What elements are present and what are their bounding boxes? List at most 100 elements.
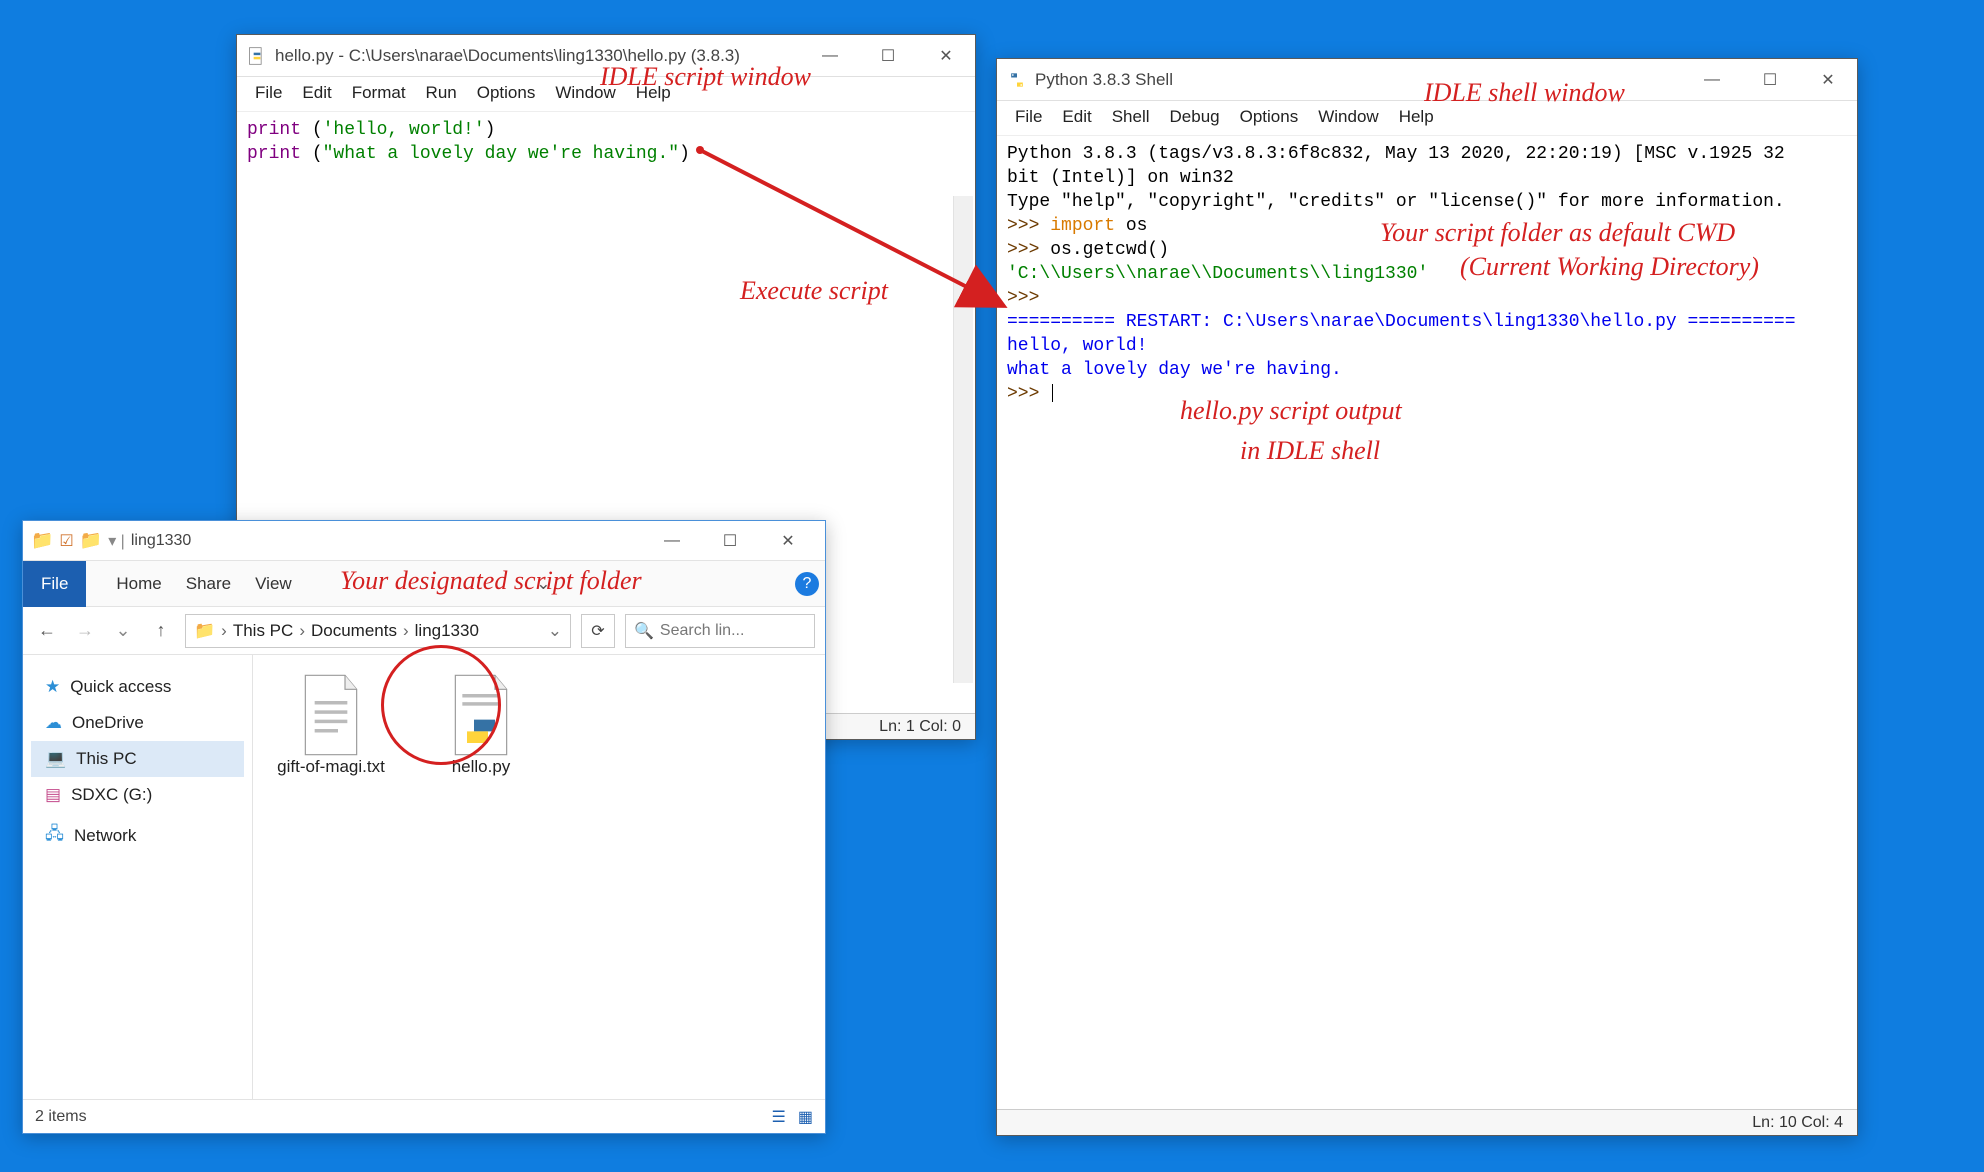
script-output: what a lovely day we're having. — [1007, 360, 1342, 380]
search-placeholder: Search lin... — [660, 622, 744, 640]
explorer-tabbar: 📁 ☑ 📁 ▾ | ling1330 — ☐ ✕ — [23, 521, 825, 561]
icons-view-icon[interactable]: ▦ — [798, 1107, 813, 1127]
close-button[interactable]: ✕ — [917, 35, 975, 77]
file-item-py[interactable]: hello.py — [421, 673, 541, 777]
code-string: "what a lovely day we're having." — [323, 144, 679, 164]
shell-banner: Python 3.8.3 (tags/v3.8.3:6f8c832, May 1… — [1007, 144, 1785, 164]
code-string: 'hello, world!' — [323, 120, 485, 140]
ribbon-home[interactable]: Home — [116, 574, 161, 594]
menu-run[interactable]: Run — [418, 81, 465, 105]
cursor-position: Ln: 10 Col: 4 — [1752, 1114, 1843, 1132]
details-view-icon[interactable]: ☰ — [772, 1107, 786, 1127]
explorer-tab-title: ling1330 — [131, 532, 192, 550]
code-fn: print — [247, 120, 301, 140]
menu-shell[interactable]: Shell — [1104, 105, 1158, 129]
menu-file[interactable]: File — [247, 81, 290, 105]
back-button[interactable]: ← — [33, 620, 61, 641]
shell-menubar: File Edit Shell Debug Options Window Hel… — [997, 101, 1857, 136]
explorer-sidebar: ★Quick access ☁OneDrive 💻This PC ▤SDXC (… — [23, 655, 253, 1099]
pc-icon: 💻 — [45, 749, 66, 769]
file-item-txt[interactable]: gift-of-magi.txt — [271, 673, 391, 777]
minimize-button[interactable]: — — [801, 35, 859, 77]
menu-format[interactable]: Format — [344, 81, 414, 105]
explorer-address-bar: ← → ⌄ ↑ 📁 › This PC › Documents › ling13… — [23, 607, 825, 655]
ribbon-view[interactable]: View — [255, 574, 292, 594]
item-count: 2 items — [35, 1108, 87, 1126]
shell-banner: Type "help", "copyright", "credits" or "… — [1007, 192, 1785, 212]
script-titlebar[interactable]: hello.py - C:\Users\narae\Documents\ling… — [237, 35, 975, 77]
menu-file[interactable]: File — [1007, 105, 1050, 129]
shell-prompt: >>> — [1007, 240, 1050, 260]
menu-help[interactable]: Help — [628, 81, 679, 105]
qa-toggle-icon[interactable]: ☑ — [59, 531, 73, 551]
menu-options[interactable]: Options — [469, 81, 544, 105]
sd-card-icon: ▤ — [45, 785, 61, 805]
recent-button[interactable]: ⌄ — [109, 620, 137, 641]
script-menubar: File Edit Format Run Options Window Help — [237, 77, 975, 112]
script-output: hello, world! — [1007, 336, 1147, 356]
forward-button[interactable]: → — [71, 620, 99, 641]
refresh-button[interactable]: ⟳ — [581, 614, 615, 648]
maximize-button[interactable]: ☐ — [701, 520, 759, 562]
python-shell-icon — [1007, 70, 1027, 90]
explorer-statusbar: 2 items ☰ ▦ — [23, 1099, 825, 1133]
sidebar-onedrive[interactable]: ☁OneDrive — [31, 705, 244, 741]
shell-prompt: >>> — [1007, 384, 1050, 404]
menu-window[interactable]: Window — [547, 81, 623, 105]
shell-prompt: >>> — [1007, 216, 1050, 236]
menu-help[interactable]: Help — [1391, 105, 1442, 129]
file-explorer-window: 📁 ☑ 📁 ▾ | ling1330 — ☐ ✕ File Home Share… — [22, 520, 826, 1134]
folder-icon: 📁 — [80, 530, 102, 551]
maximize-button[interactable]: ☐ — [859, 35, 917, 77]
file-pane[interactable]: gift-of-magi.txt hello.py — [253, 655, 825, 1099]
explorer-ribbon: File Home Share View ⌄ ? — [23, 561, 825, 607]
maximize-button[interactable]: ☐ — [1741, 59, 1799, 101]
ribbon-file-tab[interactable]: File — [23, 561, 86, 607]
shell-banner: bit (Intel)] on win32 — [1007, 168, 1234, 188]
ribbon-share[interactable]: Share — [186, 574, 231, 594]
menu-edit[interactable]: Edit — [294, 81, 339, 105]
help-icon[interactable]: ? — [795, 572, 819, 596]
minimize-button[interactable]: — — [643, 520, 701, 562]
cloud-icon: ☁ — [45, 713, 62, 733]
text-file-icon — [296, 673, 366, 751]
sidebar-network[interactable]: 🖧Network — [31, 813, 244, 858]
up-button[interactable]: ↑ — [147, 620, 175, 641]
cwd-output: 'C:\\Users\\narae\\Documents\\ling1330' — [1007, 264, 1428, 284]
breadcrumb[interactable]: 📁 › This PC › Documents › ling1330 ⌄ — [185, 614, 571, 648]
menu-window[interactable]: Window — [1310, 105, 1386, 129]
star-icon: ★ — [45, 677, 60, 697]
python-file-icon — [247, 46, 267, 66]
search-input[interactable]: 🔍 Search lin... — [625, 614, 815, 648]
shell-title: Python 3.8.3 Shell — [1035, 70, 1173, 90]
sidebar-quick-access[interactable]: ★Quick access — [31, 669, 244, 705]
scrollbar[interactable] — [953, 196, 973, 683]
menu-edit[interactable]: Edit — [1054, 105, 1099, 129]
menu-debug[interactable]: Debug — [1162, 105, 1228, 129]
script-title: hello.py - C:\Users\narae\Documents\ling… — [275, 46, 740, 66]
close-button[interactable]: ✕ — [1799, 59, 1857, 101]
crumb-ling1330[interactable]: ling1330 — [415, 621, 479, 641]
idle-shell-window: Python 3.8.3 Shell — ☐ ✕ File Edit Shell… — [996, 58, 1858, 1136]
cursor-position: Ln: 1 Col: 0 — [879, 718, 961, 736]
crumb-this-pc[interactable]: This PC — [233, 621, 293, 641]
folder-icon: 📁 — [194, 621, 215, 641]
shell-prompt: >>> — [1007, 288, 1050, 308]
sidebar-sdxc[interactable]: ▤SDXC (G:) — [31, 777, 244, 813]
file-label: hello.py — [421, 757, 541, 777]
folder-icon: 📁 — [31, 530, 53, 551]
shell-statusbar: Ln: 10 Col: 4 — [997, 1109, 1857, 1135]
sidebar-this-pc[interactable]: 💻This PC — [31, 741, 244, 777]
minimize-button[interactable]: — — [1683, 59, 1741, 101]
chevron-down-icon[interactable]: ⌄ — [548, 621, 562, 641]
menu-options[interactable]: Options — [1232, 105, 1307, 129]
shell-titlebar[interactable]: Python 3.8.3 Shell — ☐ ✕ — [997, 59, 1857, 101]
shell-output-area[interactable]: Python 3.8.3 (tags/v3.8.3:6f8c832, May 1… — [997, 136, 1857, 1109]
crumb-documents[interactable]: Documents — [311, 621, 397, 641]
file-label: gift-of-magi.txt — [271, 757, 391, 777]
close-button[interactable]: ✕ — [759, 520, 817, 562]
code-fn: print — [247, 144, 301, 164]
python-file-icon — [446, 673, 516, 751]
network-icon: 🖧 — [45, 821, 64, 850]
ribbon-expand-icon[interactable]: ⌄ — [536, 574, 550, 594]
